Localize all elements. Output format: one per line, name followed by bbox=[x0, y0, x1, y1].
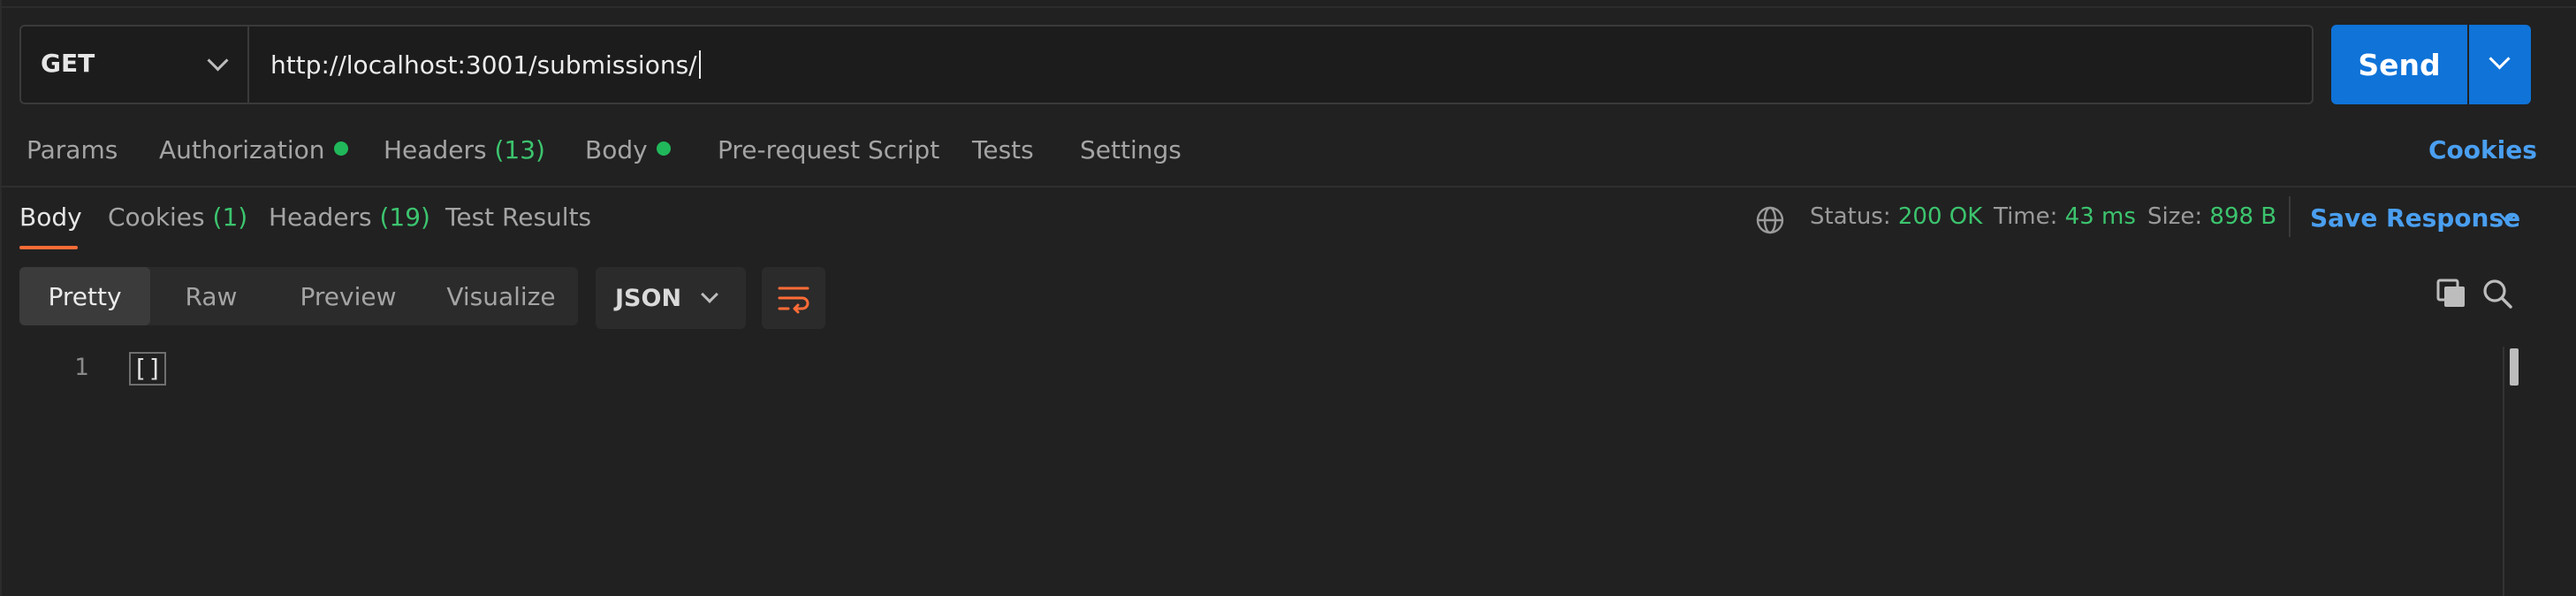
url-input[interactable]: http://localhost:3001/submissions/ bbox=[270, 50, 701, 80]
time-label: Time: bbox=[1994, 203, 2058, 230]
tab-headers[interactable]: Headers (13) bbox=[384, 135, 545, 164]
editor-scroll-track bbox=[2503, 347, 2504, 596]
wrap-lines-button[interactable] bbox=[762, 267, 825, 329]
response-tab-cookies-label: Cookies bbox=[108, 202, 205, 232]
response-tab-headers[interactable]: Headers (19) bbox=[269, 202, 430, 232]
response-tab-cookies[interactable]: Cookies (1) bbox=[108, 202, 247, 232]
time-readout[interactable]: Time: 43 ms bbox=[1994, 203, 2136, 230]
tab-authorization[interactable]: Authorization bbox=[159, 135, 348, 164]
tab-body-label: Body bbox=[585, 135, 648, 164]
wrap-lines-icon bbox=[778, 287, 809, 314]
response-tab-test-results[interactable]: Test Results bbox=[445, 202, 591, 232]
view-mode-toggle: Pretty Raw Preview Visualize bbox=[19, 267, 578, 325]
tab-authorization-label: Authorization bbox=[159, 135, 325, 164]
view-preview-button[interactable]: Preview bbox=[272, 267, 424, 325]
response-tab-headers-label: Headers bbox=[269, 202, 372, 232]
response-tab-cookies-count: (1) bbox=[212, 202, 248, 232]
status-readout[interactable]: Status: 200 OK bbox=[1810, 203, 1982, 230]
top-border bbox=[0, 6, 2576, 8]
text-caret bbox=[698, 50, 701, 79]
save-response-button[interactable]: Save Response bbox=[2310, 203, 2520, 233]
section-divider bbox=[0, 186, 2576, 187]
window-edge bbox=[0, 0, 2, 596]
globe-icon[interactable] bbox=[1755, 205, 1785, 235]
tab-body[interactable]: Body bbox=[585, 135, 671, 164]
tab-params[interactable]: Params bbox=[27, 135, 118, 164]
format-label: JSON bbox=[615, 285, 682, 312]
code-line[interactable]: [] bbox=[129, 352, 166, 386]
format-select[interactable]: JSON bbox=[596, 267, 746, 329]
status-value: 200 OK bbox=[1897, 203, 1983, 230]
chevron-down-icon bbox=[207, 50, 229, 72]
indicator-dot bbox=[333, 141, 348, 156]
response-tab-headers-count: (19) bbox=[379, 202, 430, 232]
indicator-dot bbox=[656, 141, 671, 156]
copy-icon[interactable] bbox=[2435, 278, 2467, 309]
cookies-link[interactable]: Cookies bbox=[2428, 135, 2537, 164]
method-select[interactable]: GET bbox=[21, 27, 249, 103]
search-icon[interactable] bbox=[2480, 276, 2515, 311]
tab-settings[interactable]: Settings bbox=[1080, 135, 1182, 164]
time-value: 43 ms bbox=[2064, 203, 2136, 230]
method-label: GET bbox=[41, 49, 95, 78]
editor-scrollbar[interactable] bbox=[2510, 348, 2519, 386]
send-options-button[interactable] bbox=[2469, 25, 2531, 104]
line-number: 1 bbox=[74, 354, 89, 381]
size-value: 898 B bbox=[2209, 203, 2277, 230]
url-bar: GET http://localhost:3001/submissions/ bbox=[19, 25, 2314, 104]
size-label: Size: bbox=[2147, 203, 2203, 230]
send-button[interactable]: Send bbox=[2331, 25, 2467, 104]
url-text: http://localhost:3001/submissions/ bbox=[270, 50, 697, 80]
tab-tests[interactable]: Tests bbox=[972, 135, 1034, 164]
status-label: Status: bbox=[1810, 203, 1891, 230]
chevron-down-icon bbox=[701, 286, 718, 303]
view-visualize-button[interactable]: Visualize bbox=[424, 267, 578, 325]
tab-headers-count: (13) bbox=[494, 135, 545, 164]
view-pretty-button[interactable]: Pretty bbox=[19, 267, 150, 325]
tab-pre-request-script[interactable]: Pre-request Script bbox=[718, 135, 939, 164]
chevron-down-icon bbox=[2489, 48, 2511, 70]
active-tab-indicator bbox=[19, 246, 78, 249]
tab-headers-label: Headers bbox=[384, 135, 487, 164]
vertical-divider bbox=[2289, 196, 2291, 237]
response-tab-body[interactable]: Body bbox=[19, 202, 82, 232]
size-readout[interactable]: Size: 898 B bbox=[2147, 203, 2276, 230]
view-raw-button[interactable]: Raw bbox=[150, 267, 272, 325]
